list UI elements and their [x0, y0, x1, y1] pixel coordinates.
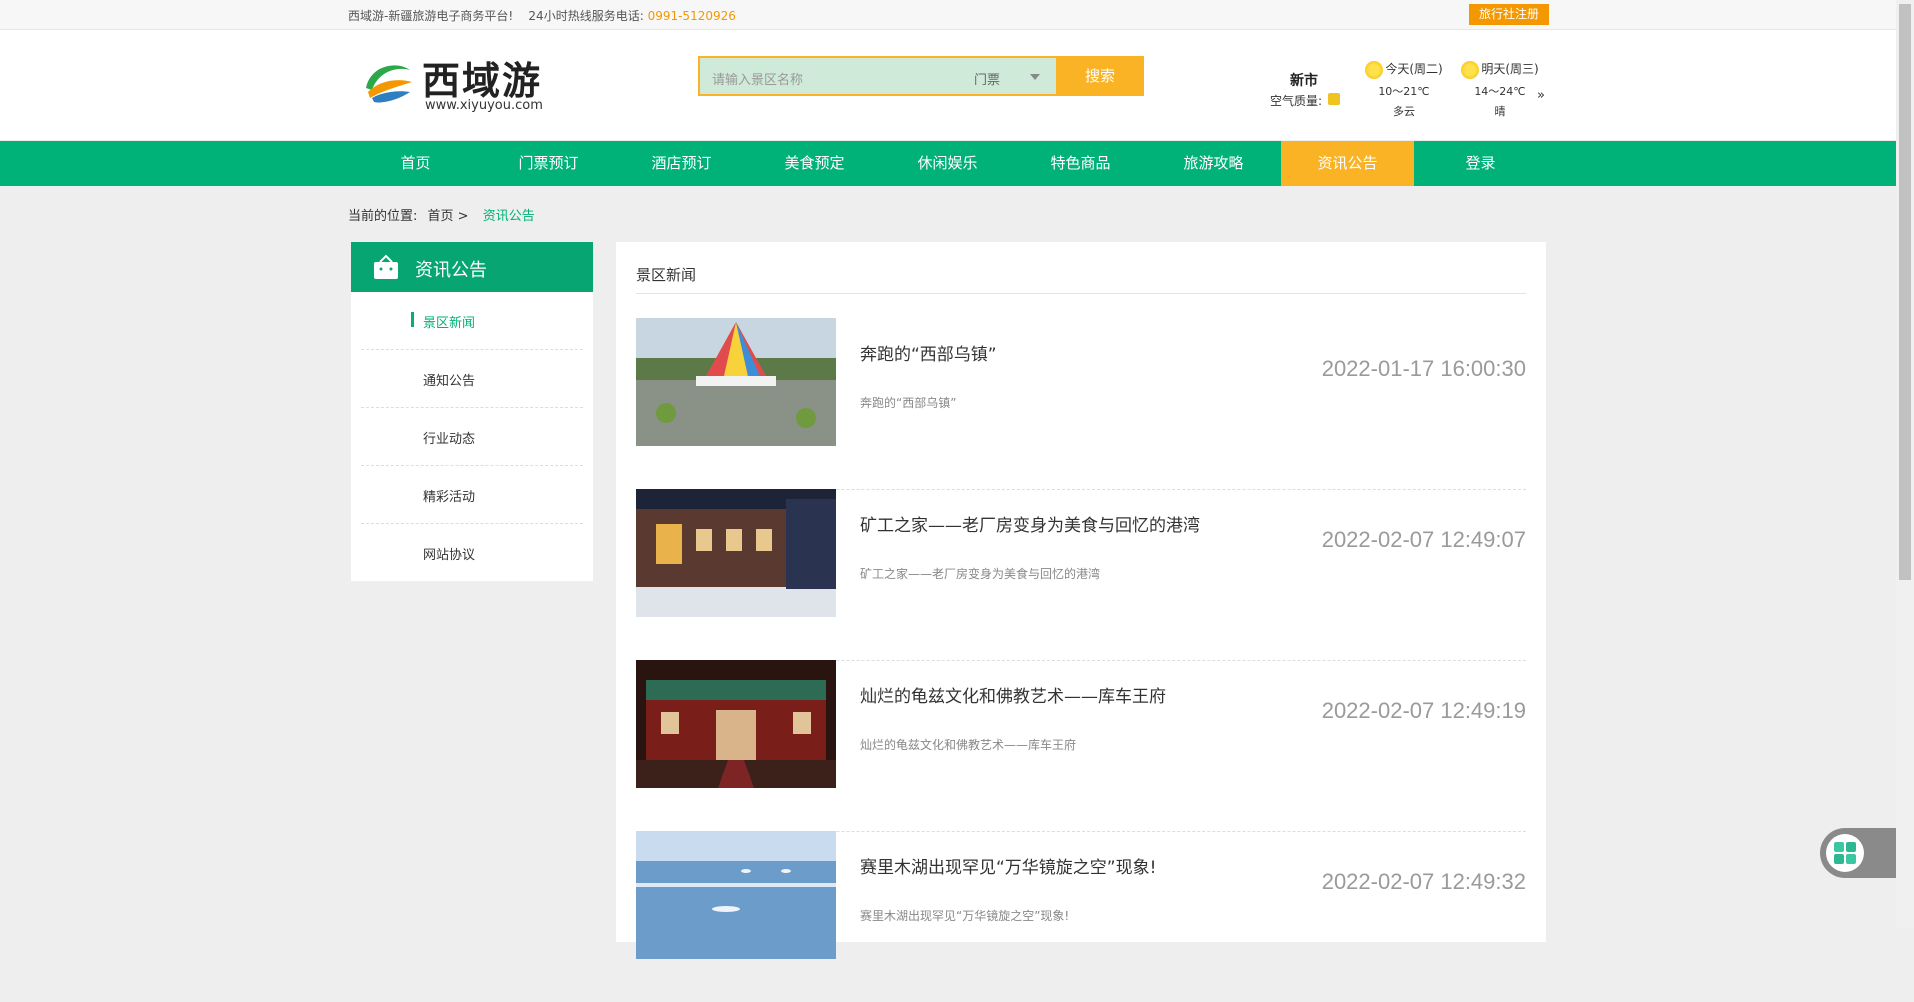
chevron-down-icon[interactable] — [1030, 74, 1040, 80]
tomorrow-temp: 14～24℃ — [1474, 84, 1526, 98]
header: 西域游 www.xiyuyou.com 请输入景区名称 门票 搜索 新市 空气质… — [0, 30, 1896, 140]
weather-widget: 新市 空气质量: 今天(周二) 10～21℃ 多云 明天(周三) 14～24℃ … — [1264, 54, 1554, 124]
search-placeholder: 请输入景区名称 — [712, 73, 804, 88]
search-bar: 请输入景区名称 门票 搜索 — [698, 56, 1146, 96]
divider — [636, 293, 1526, 294]
weather-city: 新市 — [1290, 73, 1318, 89]
sidebar-title: 资讯公告 — [415, 260, 487, 281]
nav-news[interactable]: 资讯公告 — [1281, 141, 1414, 186]
sun-icon — [1461, 60, 1480, 79]
news-thumbnail[interactable] — [636, 318, 836, 446]
slogan: 西域游-新疆旅游电子商务平台! — [348, 9, 514, 23]
nav-leisure[interactable]: 休闲娱乐 — [881, 141, 1014, 186]
news-item[interactable]: 赛里木湖出现罕见“万华镜旋之空”现象! 赛里木湖出现罕见“万华镜旋之空”现象! … — [636, 831, 1526, 1002]
cloudy-sun-icon — [1365, 60, 1384, 79]
news-item[interactable]: 灿烂的龟兹文化和佛教艺术——库车王府 灿烂的龟兹文化和佛教艺术——库车王府 20… — [636, 660, 1526, 832]
sidebar-item-agreement[interactable]: 网站协议 — [361, 524, 583, 581]
search-input[interactable]: 请输入景区名称 门票 — [698, 56, 1060, 96]
air-quality-label: 空气质量: — [1270, 94, 1323, 108]
today-label: 今天(周二) — [1385, 62, 1443, 76]
news-title[interactable]: 奔跑的“西部乌镇” — [860, 340, 997, 365]
today-temp: 10～21℃ — [1378, 84, 1430, 98]
sidebar-item-industry[interactable]: 行业动态 — [361, 408, 583, 466]
weather-tomorrow: 明天(周三) 14～24℃ 晴 — [1450, 60, 1550, 119]
search-button[interactable]: 搜索 — [1056, 56, 1144, 96]
news-summary: 奔跑的“西部乌镇” — [860, 396, 957, 410]
tomorrow-label: 明天(周三) — [1481, 62, 1539, 76]
air-quality-icon — [1328, 93, 1340, 105]
sidebar-header: 资讯公告 — [351, 242, 593, 292]
breadcrumb-prefix: 当前的位置: — [348, 209, 418, 224]
nav-tickets[interactable]: 门票预订 — [482, 141, 615, 186]
weather-today: 今天(周二) 10～21℃ 多云 — [1354, 60, 1454, 119]
hotline-label: 24小时热线服务电话: — [528, 9, 648, 23]
news-panel: 景区新闻 奔跑的“西部乌镇” 奔跑的“西部乌镇” 2022-01-17 16:0… — [616, 242, 1546, 959]
news-datetime: 2022-02-07 12:49:32 — [1321, 869, 1526, 894]
sidebar-item-label: 网站协议 — [423, 548, 476, 563]
logo-text-en: www.xiyuyou.com — [425, 98, 543, 113]
nav-home[interactable]: 首页 — [349, 141, 482, 186]
news-title[interactable]: 灿烂的龟兹文化和佛教艺术——库车王府 — [860, 682, 1166, 707]
news-title[interactable]: 矿工之家——老厂房变身为美食与回忆的港湾 — [860, 511, 1200, 536]
sidebar-item-events[interactable]: 精彩活动 — [361, 466, 583, 524]
breadcrumb: 当前的位置: 首页 > 资讯公告 — [348, 205, 535, 224]
news-datetime: 2022-01-17 16:00:30 — [1321, 356, 1526, 381]
nav-hotels[interactable]: 酒店预订 — [615, 141, 748, 186]
sidebar-item-label: 行业动态 — [423, 432, 476, 447]
logo-text-cn: 西域游 — [422, 58, 543, 103]
nav-specialty[interactable]: 特色商品 — [1014, 141, 1147, 186]
hotline-number: 0991-5120926 — [647, 9, 736, 23]
shopping-bag-icon — [374, 254, 398, 279]
top-bar: 西域游-新疆旅游电子商务平台! 24小时热线服务电话: 0991-5120926… — [0, 0, 1896, 30]
sidebar-item-label: 通知公告 — [423, 374, 476, 389]
breadcrumb-home[interactable]: 首页 > — [428, 209, 469, 224]
tomorrow-desc: 晴 — [1494, 104, 1506, 118]
news-thumbnail[interactable] — [636, 660, 836, 788]
breadcrumb-current: 资讯公告 — [482, 209, 535, 224]
top-bar-text: 西域游-新疆旅游电子商务平台! 24小时热线服务电话: 0991-5120926 — [348, 7, 736, 24]
weather-more-icon[interactable]: » — [1537, 88, 1545, 103]
sidebar-item-label: 精彩活动 — [423, 490, 476, 505]
section-title: 景区新闻 — [636, 266, 697, 284]
news-thumbnail[interactable] — [636, 489, 836, 617]
main-nav: 首页 门票预订 酒店预订 美食预定 休闲娱乐 特色商品 旅游攻略 资讯公告 登录 — [0, 141, 1896, 186]
apps-icon — [1826, 834, 1864, 872]
news-summary: 矿工之家——老厂房变身为美食与回忆的港湾 — [860, 567, 1101, 581]
scrollbar-thumb[interactable] — [1899, 4, 1911, 580]
today-desc: 多云 — [1393, 104, 1415, 118]
nav-guides[interactable]: 旅游攻略 — [1147, 141, 1280, 186]
news-datetime: 2022-02-07 12:49:07 — [1321, 527, 1526, 552]
agency-register-button[interactable]: 旅行社注册 — [1469, 4, 1549, 25]
search-category-select[interactable]: 门票 — [974, 69, 1000, 88]
news-thumbnail[interactable] — [636, 831, 836, 959]
news-datetime: 2022-02-07 12:49:19 — [1321, 698, 1526, 723]
logo-swoosh-icon — [366, 65, 412, 103]
sidebar-item-notices[interactable]: 通知公告 — [361, 350, 583, 408]
news-summary: 灿烂的龟兹文化和佛教艺术——库车王府 — [860, 738, 1077, 752]
active-indicator — [411, 312, 414, 327]
sidebar-item-scenic-news[interactable]: 景区新闻 — [361, 292, 583, 350]
news-item[interactable]: 矿工之家——老厂房变身为美食与回忆的港湾 矿工之家——老厂房变身为美食与回忆的港… — [636, 489, 1526, 661]
sidebar-item-label: 景区新闻 — [423, 316, 476, 331]
sidebar: 资讯公告 景区新闻 通知公告 行业动态 精彩活动 网站协议 — [351, 242, 593, 581]
page-scrollbar[interactable] — [1896, 0, 1914, 928]
nav-login[interactable]: 登录 — [1414, 141, 1547, 186]
news-item[interactable]: 奔跑的“西部乌镇” 奔跑的“西部乌镇” 2022-01-17 16:00:30 — [636, 318, 1526, 490]
news-summary: 赛里木湖出现罕见“万华镜旋之空”现象! — [860, 909, 1070, 923]
floating-service-button[interactable] — [1820, 828, 1896, 878]
news-title[interactable]: 赛里木湖出现罕见“万华镜旋之空”现象! — [860, 853, 1156, 878]
site-logo[interactable]: 西域游 www.xiyuyou.com — [360, 50, 550, 113]
nav-food[interactable]: 美食预定 — [748, 141, 881, 186]
